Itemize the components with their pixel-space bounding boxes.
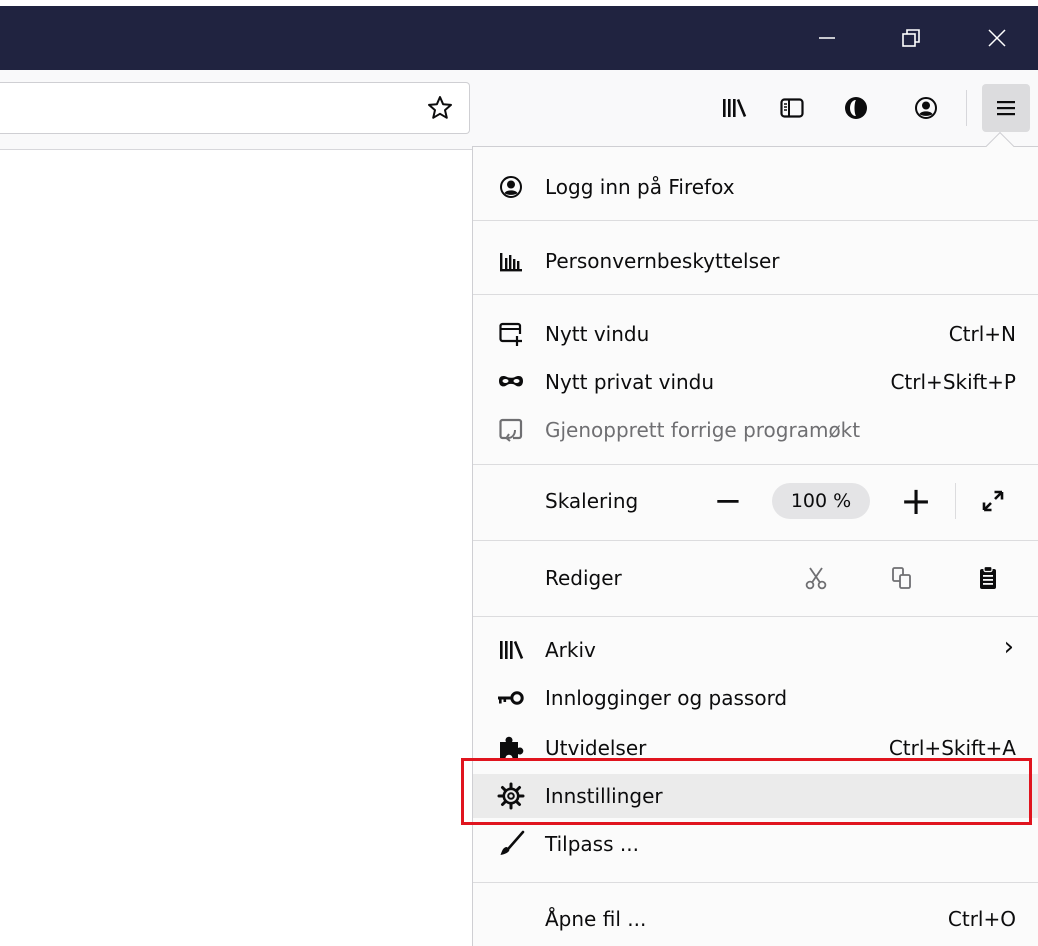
menu-item-label: Nytt vindu <box>545 322 650 346</box>
restore-button[interactable] <box>872 6 950 70</box>
menu-item-label: Personvernbeskyttelser <box>545 249 780 273</box>
menu-separator <box>473 616 1038 617</box>
menu-item-shortcut: Ctrl+N <box>948 322 1016 346</box>
edit-label: Rediger <box>545 566 622 590</box>
menu-item-label: Arkiv <box>545 638 596 662</box>
navigation-toolbar <box>0 70 1038 150</box>
copy-icon <box>892 567 911 589</box>
account-icon <box>497 173 525 201</box>
clipboard-icon <box>980 565 996 589</box>
close-icon <box>988 29 1006 47</box>
menu-row-edit: Rediger <box>473 556 1038 600</box>
menu-item-label: Logg inn på Firefox <box>545 175 735 199</box>
menu-separator <box>473 464 1038 465</box>
shield-extension-icon <box>845 97 867 119</box>
menu-item-new-window[interactable]: Nytt vindu Ctrl+N <box>473 312 1038 356</box>
paste-button[interactable] <box>968 558 1008 598</box>
menu-item-restore-session[interactable]: Gjenopprett forrige programøkt <box>473 408 1038 452</box>
bookmark-star-icon[interactable] <box>427 95 453 121</box>
url-bar[interactable] <box>0 82 470 134</box>
menu-item-label: Gjenopprett forrige programøkt <box>545 418 861 442</box>
sidebar-button[interactable] <box>768 84 816 132</box>
menu-item-label: Innlogginger og passord <box>545 686 788 710</box>
window-titlebar <box>0 6 1038 70</box>
menu-item-shortcut: Ctrl+Skift+P <box>890 370 1016 394</box>
private-mask-icon <box>497 368 525 396</box>
menu-item-open-file[interactable]: Åpne fil ... Ctrl+O <box>473 897 1038 941</box>
library-icon <box>497 636 525 664</box>
menu-item-label: Utvidelser <box>545 736 647 760</box>
zoom-out-button[interactable]: − <box>706 482 750 520</box>
menu-separator <box>473 294 1038 295</box>
menu-item-privacy-protections[interactable]: Personvernbeskyttelser <box>473 239 1038 283</box>
minimize-icon <box>819 37 835 39</box>
menu-separator <box>473 220 1038 221</box>
menu-item-shortcut: Ctrl+O <box>947 907 1016 931</box>
menu-item-label: Tilpass ... <box>545 832 639 856</box>
restore-session-icon <box>497 416 525 444</box>
cut-button[interactable] <box>796 558 836 598</box>
menu-item-logins-passwords[interactable]: Innlogginger og passord <box>473 676 1038 720</box>
menu-separator <box>473 540 1038 541</box>
menu-item-label: Åpne fil ... <box>545 907 647 931</box>
menu-item-addons[interactable]: Utvidelser Ctrl+Skift+A <box>473 726 1038 770</box>
zoom-in-button[interactable]: + <box>894 482 938 520</box>
minimize-button[interactable] <box>788 6 866 70</box>
key-icon <box>497 684 525 712</box>
new-window-icon <box>497 320 525 348</box>
fullscreen-button[interactable] <box>972 481 1014 521</box>
menu-item-label: Nytt privat vindu <box>545 370 715 394</box>
menu-item-sign-in[interactable]: Logg inn på Firefox <box>473 165 1038 209</box>
menu-item-shortcut: Ctrl+Skift+A <box>888 736 1016 760</box>
menu-item-library[interactable]: Arkiv › <box>473 628 1038 672</box>
menu-item-customize[interactable]: Tilpass ... <box>473 822 1038 866</box>
paintbrush-icon <box>497 830 525 858</box>
menu-row-zoom: Skalering <box>473 479 1038 523</box>
close-button[interactable] <box>958 6 1036 70</box>
menu-item-new-private-window[interactable]: Nytt privat vindu Ctrl+Skift+P <box>473 360 1038 404</box>
menu-item-settings[interactable]: Innstillinger <box>473 774 1038 818</box>
toolbar-separator <box>966 90 967 126</box>
account-icon <box>915 97 937 119</box>
zoom-label: Skalering <box>545 489 639 513</box>
gear-icon <box>497 782 525 810</box>
hamburger-icon <box>997 101 1015 116</box>
puzzle-piece-icon <box>497 734 525 762</box>
account-button[interactable] <box>902 84 950 132</box>
menu-separator <box>473 882 1038 883</box>
chevron-right-icon: › <box>1003 632 1014 662</box>
zoom-separator <box>955 483 956 519</box>
zoom-reset-button[interactable]: 100 % <box>772 483 870 519</box>
menu-item-label: Innstillinger <box>545 784 663 808</box>
restore-icon <box>902 29 920 47</box>
sidebar-icon <box>780 98 804 118</box>
fullscreen-icon <box>982 490 1004 512</box>
library-button[interactable] <box>710 84 758 132</box>
app-menu-button[interactable] <box>982 84 1030 132</box>
extension-button[interactable] <box>832 84 880 132</box>
library-icon <box>723 99 747 117</box>
copy-button[interactable] <box>882 558 922 598</box>
dashboard-chart-icon <box>497 247 525 275</box>
scissors-icon <box>805 567 827 590</box>
